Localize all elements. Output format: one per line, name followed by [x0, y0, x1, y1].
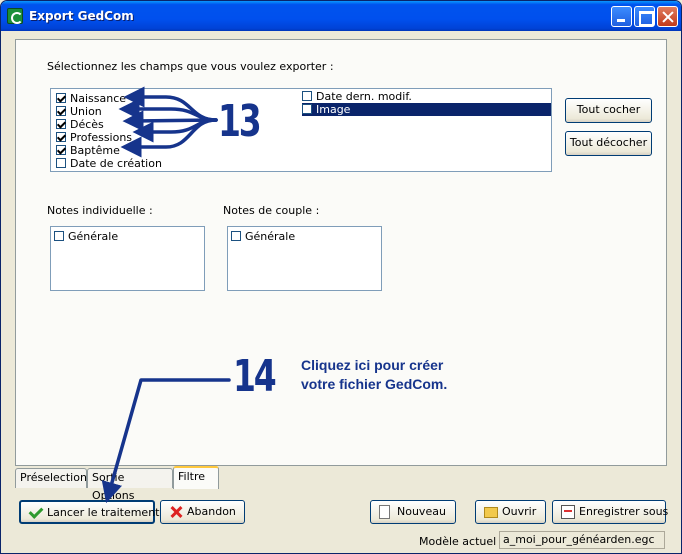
run-button[interactable]: Lancer le traitement	[19, 500, 159, 524]
field-deces[interactable]: Décès	[56, 118, 104, 131]
checkbox-date-modif[interactable]	[302, 91, 312, 101]
tab-sortie-options[interactable]: Sortie Options	[87, 468, 173, 502]
checkbox-union[interactable]	[56, 106, 66, 116]
close-button[interactable]	[657, 6, 678, 27]
checkbox-date-creation[interactable]	[56, 158, 66, 168]
notes-couple-list[interactable]: Générale	[227, 226, 382, 291]
field-image[interactable]: Image	[302, 103, 551, 116]
checkbox-professions[interactable]	[56, 132, 66, 142]
title-bar[interactable]: Export GedCom	[1, 1, 681, 31]
field-label: Date dern. modif.	[316, 90, 412, 103]
tab-filtre[interactable]: Filtre	[173, 466, 219, 489]
checkbox-notes-couple[interactable]	[231, 231, 241, 241]
field-label: Date de création	[70, 157, 162, 170]
checkmark-icon	[29, 506, 43, 520]
field-label: Professions	[70, 131, 133, 144]
minimize-button[interactable]	[611, 6, 632, 27]
field-naissance[interactable]: Naissance	[56, 92, 126, 105]
notes-individual-list[interactable]: Générale	[50, 226, 205, 291]
checkbox-naissance[interactable]	[56, 93, 66, 103]
app-icon	[7, 8, 23, 24]
open-button[interactable]: Ouvrir	[475, 500, 546, 524]
annotation-note-line2: votre fichier GedCom.	[301, 376, 448, 392]
checkbox-deces[interactable]	[56, 119, 66, 129]
notes-individual-label: Notes individuelle :	[47, 204, 153, 217]
model-value: a_moi_pour_généarden.egc	[499, 531, 665, 549]
field-label: Union	[70, 105, 102, 118]
save-as-button[interactable]: Enregistrer sous	[552, 500, 669, 524]
field-label: Baptême	[70, 144, 120, 157]
new-button[interactable]: Nouveau	[370, 500, 456, 524]
model-label: Modèle actuel :	[419, 535, 504, 548]
field-label: Décès	[70, 118, 104, 131]
notes-individual-generale[interactable]: Générale	[54, 230, 118, 243]
abort-button[interactable]: Abandon	[160, 500, 245, 524]
cross-icon	[169, 505, 183, 519]
notes-couple-label: Notes de couple :	[223, 204, 320, 217]
new-document-icon	[379, 505, 390, 519]
fields-list[interactable]: Naissance Union Décès Professions Baptêm…	[50, 88, 552, 172]
filter-panel: Sélectionnez les champs que vous voulez …	[15, 39, 667, 466]
checkbox-notes-individual[interactable]	[54, 231, 64, 241]
save-as-button-label: Enregistrer sous	[579, 505, 669, 518]
instruction-label: Sélectionnez les champs que vous voulez …	[47, 60, 334, 73]
open-button-label: Ouvrir	[502, 505, 537, 518]
save-icon	[561, 505, 575, 519]
field-union[interactable]: Union	[56, 105, 102, 118]
field-professions[interactable]: Professions	[56, 131, 132, 144]
annotation-note-line1: Cliquez ici pour créer	[301, 357, 444, 373]
maximize-button[interactable]	[634, 6, 655, 27]
window-title: Export GedCom	[29, 9, 134, 23]
notes-item-label: Générale	[245, 230, 296, 243]
field-date-creation[interactable]: Date de création	[56, 157, 162, 170]
deselect-all-button[interactable]: Tout décocher	[565, 131, 652, 156]
tab-preselection[interactable]: Préselection	[15, 468, 87, 488]
abort-button-label: Abandon	[187, 505, 236, 518]
annotation-note: Cliquez ici pour créer votre fichier Ged…	[301, 356, 447, 394]
field-label: Image	[316, 103, 351, 116]
field-date-modif[interactable]: Date dern. modif.	[302, 90, 412, 103]
folder-icon	[484, 507, 498, 518]
checkbox-image[interactable]	[302, 104, 312, 114]
export-gedcom-window: Export GedCom Sélectionnez les champs qu…	[0, 0, 682, 554]
select-all-button[interactable]: Tout cocher	[565, 98, 652, 123]
new-button-label: Nouveau	[397, 505, 446, 518]
checkbox-bapteme[interactable]	[56, 145, 66, 155]
notes-item-label: Générale	[68, 230, 119, 243]
run-button-label: Lancer le traitement	[47, 506, 160, 519]
notes-couple-generale[interactable]: Générale	[231, 230, 295, 243]
field-bapteme[interactable]: Baptême	[56, 144, 120, 157]
annotation-number-14: 14	[233, 351, 277, 402]
annotation-number-13: 13	[218, 96, 262, 147]
field-label: Naissance	[70, 92, 127, 105]
